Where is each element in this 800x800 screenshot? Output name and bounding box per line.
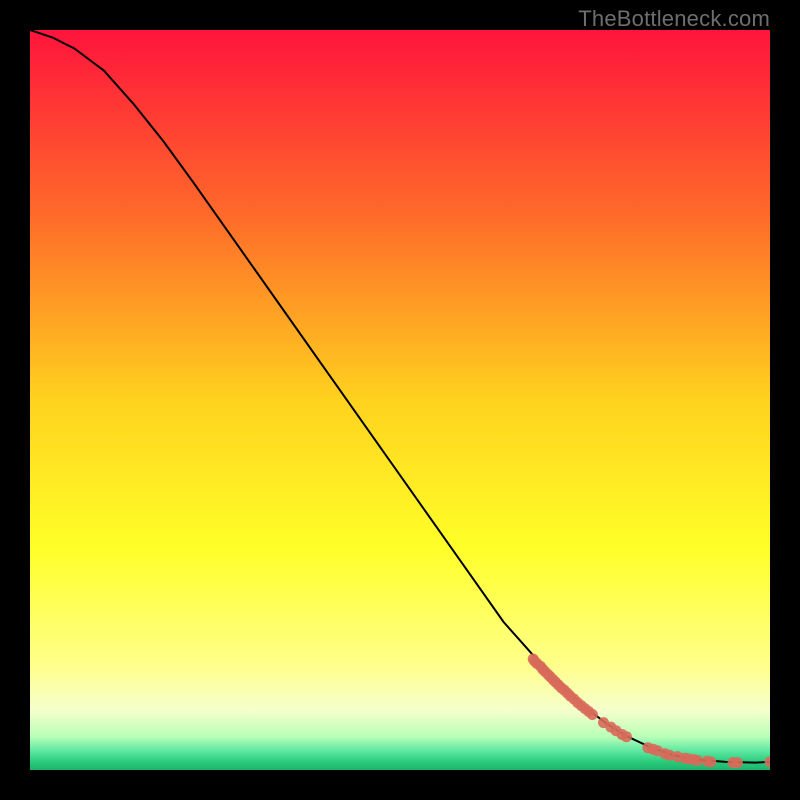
gradient-background [30,30,770,770]
plot-area [30,30,770,770]
data-point [705,756,716,767]
data-point [732,757,743,768]
watermark-text: TheBottleneck.com [578,6,770,32]
chart-svg [30,30,770,770]
data-point [621,731,632,742]
data-point [692,755,703,766]
data-point [587,709,598,720]
chart-frame: TheBottleneck.com [0,0,800,800]
